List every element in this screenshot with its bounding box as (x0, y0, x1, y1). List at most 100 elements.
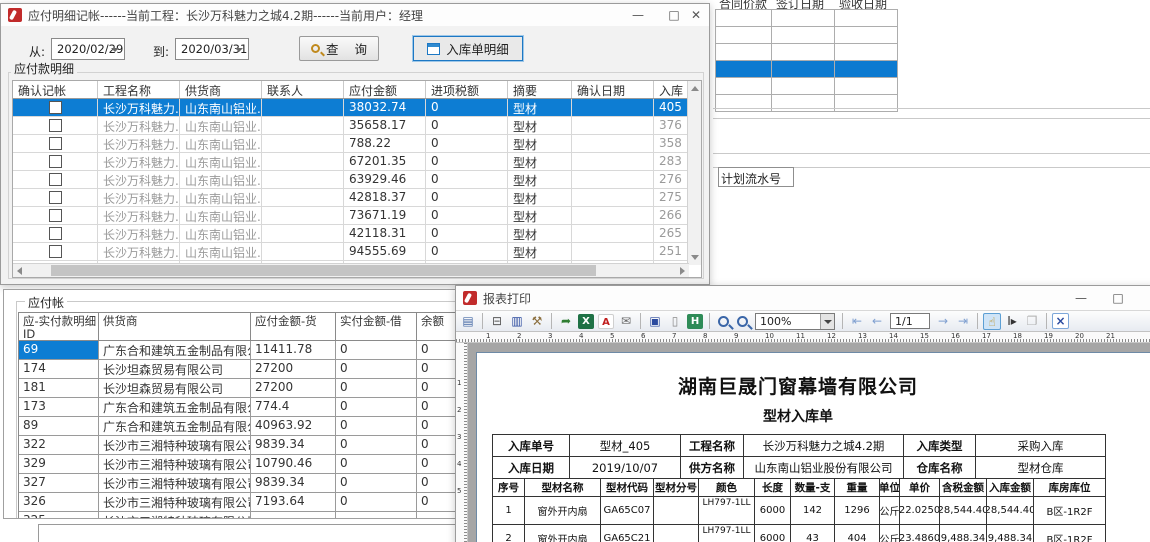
column-header[interactable]: 供货商 (180, 81, 262, 98)
scroll-up-icon[interactable] (691, 86, 699, 91)
next-page-icon[interactable]: → (934, 313, 952, 330)
table-row[interactable]: 326长沙市三湘特种玻璃有限公司7193.6400 (19, 493, 457, 512)
confirm-checkbox[interactable] (49, 173, 62, 186)
print-icon[interactable]: ⊟ (488, 313, 506, 330)
grid-row[interactable] (715, 10, 898, 27)
from-date-select[interactable]: 2020/02/29 (51, 38, 125, 60)
serial-number-field[interactable]: 计划流水号 (718, 167, 794, 187)
column-header[interactable]: 联系人 (262, 81, 344, 98)
grid-row[interactable] (715, 61, 898, 78)
page-number-input[interactable]: 1/1 (890, 313, 930, 329)
table-row[interactable]: 长沙万科魅力...山东南山铝业...94555.690型材251 (13, 243, 701, 261)
maximize-button[interactable]: □ (1101, 287, 1135, 309)
table-row[interactable]: 89广东合和建筑五金制品有限公司40963.9200 (19, 417, 457, 436)
window-titlebar[interactable]: 应付明细记帐------当前工程：长沙万科魅力之城4.2期------当前用户：… (1, 4, 709, 26)
scroll-right-icon[interactable] (680, 267, 685, 275)
table-cell: 275 (654, 189, 689, 206)
column-header[interactable]: 确认记帐 (13, 81, 98, 98)
first-page-icon[interactable]: ⇤ (848, 313, 866, 330)
background-grid[interactable] (715, 9, 898, 112)
table-row[interactable]: 329长沙市三湘特种玻璃有限公司10790.4600 (19, 455, 457, 474)
table-row[interactable]: 长沙万科魅力...山东南山铝业...63929.460型材276 (13, 171, 701, 189)
table-row[interactable]: 长沙万科魅力...山东南山铝业...42118.310型材265 (13, 225, 701, 243)
column-header[interactable]: 应付金额-货 (251, 313, 336, 340)
export-pdf-icon[interactable]: A (598, 314, 614, 329)
page-setup-icon[interactable]: ▥ (508, 313, 526, 330)
confirm-checkbox[interactable] (49, 137, 62, 150)
confirm-checkbox[interactable] (49, 191, 62, 204)
table-row[interactable]: 173广东合和建筑五金制品有限公司774.400 (19, 398, 457, 417)
preview-area[interactable]: 12345 湖南巨晟门窗幕墙有限公司 型材入库单 入库单号型材_405工程名称长… (456, 343, 1150, 542)
table-row[interactable]: 174长沙坦森贸易有限公司2720000 (19, 360, 457, 379)
column-header[interactable]: 入库 (654, 81, 689, 98)
table-row[interactable]: 181长沙坦森贸易有限公司2720000 (19, 379, 457, 398)
info-label: 入库日期 (493, 457, 570, 478)
table-cell: 42818.37 (344, 189, 426, 206)
grid-row[interactable] (715, 95, 898, 112)
column-header[interactable]: 供货商 (99, 313, 251, 340)
export-icon[interactable]: ➦ (557, 313, 575, 330)
query-button[interactable]: 查 询 (299, 36, 379, 61)
confirm-checkbox[interactable] (49, 209, 62, 222)
horizontal-scrollbar[interactable] (13, 263, 689, 277)
last-page-icon[interactable]: ⇥ (954, 313, 972, 330)
close-button[interactable]: ✕ (1140, 287, 1150, 309)
inbound-detail-button[interactable]: 入库单明细 (413, 36, 523, 61)
zoom-in-icon[interactable] (718, 316, 729, 327)
column-header[interactable]: 应付金额 (344, 81, 426, 98)
table-row[interactable]: 325长沙市三湘特种玻璃有限公司 (19, 512, 457, 519)
table-row[interactable]: 长沙万科魅力...山东南山铝业...35658.170型材376 (13, 117, 701, 135)
text-select-icon[interactable]: I▸ (1003, 313, 1021, 330)
table-row[interactable]: 327长沙市三湘特种玻璃有限公司9839.3400 (19, 474, 457, 493)
export-html-icon[interactable]: H (687, 314, 703, 329)
window-titlebar[interactable]: 报表打印 — □ ✕ (456, 286, 1150, 310)
table-row[interactable]: 长沙万科魅力...山东南山铝业...67201.350型材283 (13, 153, 701, 171)
close-preview-icon[interactable]: × (1052, 313, 1069, 329)
hand-tool-icon[interactable]: ☝ (983, 313, 1001, 330)
confirm-checkbox[interactable] (49, 155, 62, 168)
zoom-out-icon[interactable] (737, 316, 748, 327)
minimize-button[interactable]: — (1064, 287, 1098, 309)
confirm-checkbox[interactable] (49, 245, 62, 258)
column-header[interactable]: 应-实付款明细ID (19, 313, 99, 340)
grid-row[interactable] (715, 27, 898, 44)
preview-icon[interactable]: ▤ (459, 313, 477, 330)
close-button[interactable]: ✕ (679, 4, 713, 26)
zoom-level-select[interactable]: 100% (755, 313, 835, 330)
confirm-checkbox[interactable] (49, 119, 62, 132)
column-header[interactable]: 实付金额-借 (336, 313, 417, 340)
copy-icon[interactable]: ❐ (1023, 313, 1041, 330)
table-row[interactable]: 长沙万科魅力...山东南山铝业...42818.370型材275 (13, 189, 701, 207)
grid-row[interactable] (715, 78, 898, 95)
scrollbar-thumb[interactable] (51, 265, 596, 276)
table-cell: 11411.78 (251, 341, 336, 359)
column-header[interactable]: 摘要 (508, 81, 572, 98)
confirm-checkbox[interactable] (49, 227, 62, 240)
chevron-down-icon[interactable] (820, 314, 834, 329)
export-mail-icon[interactable]: ✉ (617, 313, 635, 330)
vertical-scrollbar[interactable] (687, 81, 701, 265)
grid-row[interactable] (715, 44, 898, 61)
export-excel-icon[interactable]: X (578, 314, 594, 329)
column-header[interactable]: 进项税额 (426, 81, 508, 98)
options-icon[interactable]: ⚒ (528, 313, 546, 330)
prev-page-icon[interactable]: ← (868, 313, 886, 330)
table-row[interactable]: 长沙万科魅力...山东南山铝业...38032.740型材405 (13, 99, 701, 117)
table-cell: 0 (417, 341, 458, 359)
table-row[interactable]: 322长沙市三湘特种玻璃有限公司9839.3400 (19, 436, 457, 455)
confirm-checkbox[interactable] (49, 101, 62, 114)
scroll-left-icon[interactable] (17, 267, 22, 275)
save-icon[interactable]: ▣ (646, 313, 664, 330)
column-header[interactable]: 工程名称 (98, 81, 180, 98)
table-cell (572, 243, 654, 260)
to-date-select[interactable]: 2020/03/31 (175, 38, 249, 60)
table-row[interactable]: 69广东合和建筑五金制品有限公司11411.7800 (19, 341, 457, 360)
window-edge (38, 524, 455, 542)
page-icon[interactable]: ▯ (666, 313, 684, 330)
column-header[interactable]: 余额 (417, 313, 458, 340)
minimize-button[interactable]: — (621, 4, 655, 26)
table-row[interactable]: 长沙万科魅力...山东南山铝业...788.220型材358 (13, 135, 701, 153)
column-header[interactable]: 确认日期 (572, 81, 654, 98)
table-row[interactable]: 长沙万科魅力...山东南山铝业...73671.190型材266 (13, 207, 701, 225)
scroll-down-icon[interactable] (691, 255, 699, 260)
